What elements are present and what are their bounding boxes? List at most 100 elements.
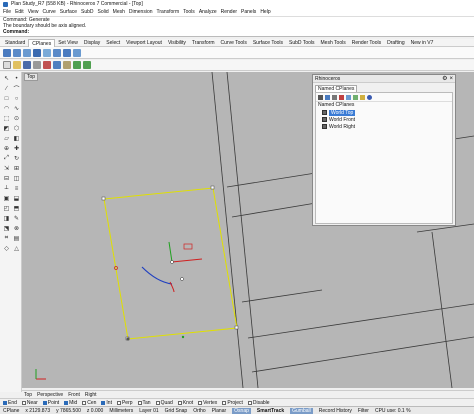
tool-icon[interactable]: ⬚ <box>2 114 11 123</box>
status-osnap[interactable]: Osnap <box>232 407 251 414</box>
new-file-icon[interactable] <box>3 61 11 69</box>
tool-icon[interactable]: ⬔ <box>2 224 11 233</box>
rename-icon[interactable] <box>332 94 337 100</box>
tool-icon[interactable]: ⟂ <box>2 184 11 193</box>
status-filter[interactable]: Filter <box>358 408 369 414</box>
osnap-vertex[interactable]: Vertex <box>198 400 217 406</box>
tab-visibility[interactable]: Visibility <box>165 39 189 47</box>
checkbox-icon[interactable] <box>198 400 203 405</box>
checkbox-icon[interactable] <box>116 400 121 405</box>
menu-view[interactable]: View <box>28 9 39 15</box>
osnap-quad[interactable]: Quad <box>155 400 173 406</box>
checkbox-icon[interactable] <box>42 400 47 405</box>
selected-boundary-rectangle[interactable] <box>103 187 238 340</box>
paste-icon[interactable] <box>63 61 71 69</box>
import-icon[interactable] <box>346 94 351 100</box>
osnap-perp[interactable]: Perp <box>116 400 133 406</box>
delete-icon[interactable] <box>339 94 344 100</box>
tool-icon[interactable]: ▱ <box>2 134 11 143</box>
tool-icon[interactable]: ⬒ <box>12 204 21 213</box>
tab-drafting[interactable]: Drafting <box>384 39 408 47</box>
checkbox-icon[interactable] <box>137 400 142 405</box>
tool-icon[interactable]: ✚ <box>12 144 21 153</box>
viewport-tab-front[interactable]: Front <box>68 392 80 398</box>
save-cplane-icon[interactable] <box>318 94 323 100</box>
command-area[interactable]: Command: Generate The boundary should be… <box>0 16 474 37</box>
status-cpu-use-0-1-[interactable]: CPU use: 0.1 % <box>375 408 411 414</box>
osnap-cen[interactable]: Cen <box>82 400 96 406</box>
osnap-knot[interactable]: Knot <box>177 400 193 406</box>
tab-subd-tools[interactable]: SubD Tools <box>286 39 317 47</box>
help-icon[interactable] <box>367 94 372 100</box>
tool-icon[interactable]: ∿ <box>12 104 21 113</box>
menu-surface[interactable]: Surface <box>60 9 77 15</box>
tab-standard[interactable]: Standard <box>2 39 28 47</box>
move-up-icon[interactable] <box>353 94 358 100</box>
tool-icon[interactable]: • <box>12 74 21 83</box>
cplane-list-item[interactable]: World Right <box>316 123 452 130</box>
status-units[interactable]: Millimeters <box>109 408 133 414</box>
tool-icon[interactable]: ✎ <box>12 214 21 223</box>
status-record-history[interactable]: Record History <box>319 408 352 414</box>
tool-icon[interactable]: ◩ <box>2 124 11 133</box>
boundary-control-points[interactable] <box>101 185 239 341</box>
osnap-tan[interactable]: Tan <box>137 400 151 406</box>
checkbox-icon[interactable] <box>64 400 69 405</box>
menu-edit[interactable]: Edit <box>15 9 24 15</box>
checkbox-icon[interactable] <box>101 400 106 405</box>
tool-icon[interactable]: ↖ <box>2 74 11 83</box>
cplane-undo-icon[interactable] <box>73 48 81 57</box>
osnap-disable[interactable]: Disable <box>247 400 270 406</box>
tool-icon[interactable]: △ <box>12 244 21 253</box>
tab-set-view[interactable]: Set View <box>55 39 81 47</box>
menu-dimension[interactable]: Dimension <box>129 9 153 15</box>
copy-icon[interactable] <box>53 61 61 69</box>
tool-icon[interactable]: ◠ <box>2 104 11 113</box>
tool-icon[interactable]: ↻ <box>12 154 21 163</box>
tab-select[interactable]: Select <box>103 39 123 47</box>
status-ortho[interactable]: Ortho <box>193 408 206 414</box>
osnap-end[interactable]: End <box>3 400 17 406</box>
tab-new-in-v7[interactable]: New in V7 <box>408 39 437 47</box>
menu-analyze[interactable]: Analyze <box>199 9 217 15</box>
tool-icon[interactable]: ⇲ <box>2 164 11 173</box>
status-gumball[interactable]: Gumball <box>290 407 313 414</box>
menu-subd[interactable]: SubD <box>81 9 94 15</box>
close-icon[interactable]: × <box>449 76 453 82</box>
tab-render-tools[interactable]: Render Tools <box>349 39 384 47</box>
cplane-3points-icon[interactable] <box>43 48 51 57</box>
save-file-icon[interactable] <box>23 61 31 69</box>
menu-transform[interactable]: Transform <box>157 9 180 15</box>
menu-solid[interactable]: Solid <box>98 9 109 15</box>
viewport-title[interactable]: Top <box>24 73 39 81</box>
checkbox-icon[interactable] <box>82 400 87 405</box>
tool-icon[interactable]: ⤢ <box>2 154 11 163</box>
status-cplane[interactable]: CPlane <box>3 408 19 414</box>
tab-cplanes[interactable]: CPlanes <box>28 38 56 47</box>
tab-transform[interactable]: Transform <box>189 39 218 47</box>
tool-icon[interactable]: ▤ <box>12 234 21 243</box>
checkbox-icon[interactable] <box>177 400 182 405</box>
tool-icon[interactable]: ○ <box>12 94 21 103</box>
checkbox-icon[interactable] <box>155 400 160 405</box>
osnap-point[interactable]: Point <box>42 400 59 406</box>
menu-render[interactable]: Render <box>221 9 237 15</box>
gumball-widget[interactable] <box>114 241 203 341</box>
cplane-front-icon[interactable] <box>13 48 21 57</box>
menu-panels[interactable]: Panels <box>241 9 256 15</box>
menu-tools[interactable]: Tools <box>183 9 195 15</box>
tab-viewport-layout[interactable]: Viewport Layout <box>123 39 165 47</box>
cplane-object-icon[interactable] <box>33 48 41 57</box>
osnap-project[interactable]: Project <box>222 400 243 406</box>
cplane-rotate-icon[interactable] <box>63 48 71 57</box>
cplane-elevation-icon[interactable] <box>53 48 61 57</box>
undo-icon[interactable] <box>73 61 81 69</box>
checkbox-icon[interactable] <box>247 400 252 405</box>
command-prompt[interactable]: Command: <box>3 29 474 35</box>
tool-icon[interactable]: ▣ <box>2 194 11 203</box>
tool-icon[interactable]: ⬓ <box>12 194 21 203</box>
tool-icon[interactable]: ⊟ <box>2 174 11 183</box>
redo-icon[interactable] <box>83 61 91 69</box>
cplane-list-item[interactable]: World Front <box>316 116 452 123</box>
tool-icon[interactable]: ⌒ <box>12 84 21 93</box>
